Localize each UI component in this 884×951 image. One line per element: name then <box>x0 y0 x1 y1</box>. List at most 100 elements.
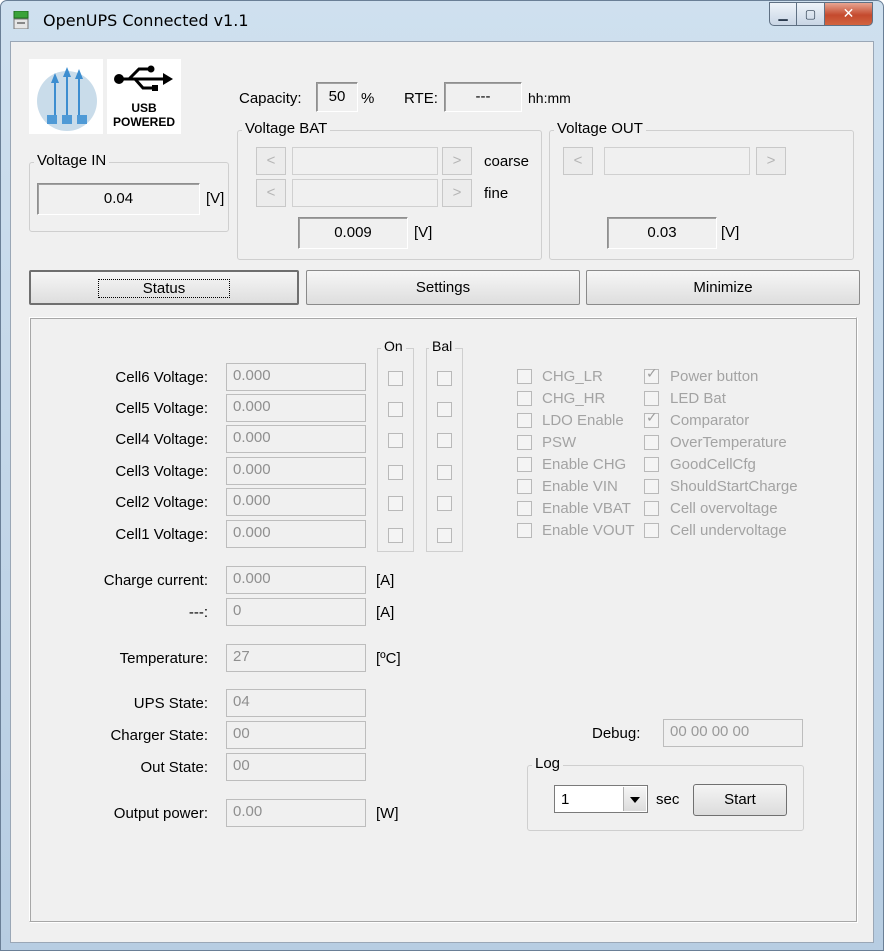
close-window-button[interactable]: ✕ <box>825 2 873 26</box>
title-bar[interactable]: OpenUPS Connected v1.1 ▁ ▢ ✕ <box>1 1 883 41</box>
flag-enable-vin-checkbox[interactable] <box>517 479 532 494</box>
flag-cell-undervoltage-label: Cell undervoltage <box>670 522 787 539</box>
cell2-voltage-field[interactable]: 0.000 <box>226 488 366 516</box>
log-interval-select[interactable]: 1 <box>554 785 648 813</box>
dash-field[interactable]: 0 <box>226 598 366 626</box>
flag-cell-overvoltage-checkbox[interactable] <box>644 501 659 516</box>
cell6-label: Cell6 Voltage: <box>115 369 208 386</box>
cell2-label: Cell2 Voltage: <box>115 494 208 511</box>
flag-enable-vbat-checkbox[interactable] <box>517 501 532 516</box>
cell5-on-checkbox[interactable] <box>388 402 403 417</box>
maximize-window-button[interactable]: ▢ <box>797 2 825 26</box>
debug-field[interactable]: 00 00 00 00 <box>663 719 803 747</box>
flag-chg-hr-checkbox[interactable] <box>517 391 532 406</box>
cell5-voltage-field[interactable]: 0.000 <box>226 394 366 422</box>
cell6-on-checkbox[interactable] <box>388 371 403 386</box>
cell4-label: Cell4 Voltage: <box>115 431 208 448</box>
temperature-label: Temperature: <box>119 650 208 667</box>
voltage-out-value: 0.03 <box>607 217 717 249</box>
flag-goodcellcfg-checkbox[interactable] <box>644 457 659 472</box>
bat-fine-decrease-button[interactable]: < <box>256 179 286 207</box>
tab-status-label: Status <box>97 279 231 298</box>
log-group: Log 1 sec Start <box>527 755 804 831</box>
cell3-on-checkbox[interactable] <box>388 465 403 480</box>
tab-status[interactable]: Status <box>29 270 299 305</box>
capacity-value: 50 <box>316 82 358 112</box>
cell1-on-checkbox[interactable] <box>388 528 403 543</box>
maximize-icon: ▢ <box>804 7 817 21</box>
client-area: USB POWERED Capacity: 50 % RTE: --- hh:m… <box>10 41 874 943</box>
flag-power-button-checkbox[interactable] <box>644 366 659 384</box>
flag-comparator-checkbox[interactable] <box>644 410 659 428</box>
cell1-voltage-field[interactable]: 0.000 <box>226 520 366 548</box>
flag-cell-undervoltage-checkbox[interactable] <box>644 523 659 538</box>
temperature-field[interactable]: 27 <box>226 644 366 672</box>
voltage-in-unit: [V] <box>206 190 225 207</box>
out-slider[interactable] <box>604 147 750 175</box>
output-power-label: Output power: <box>113 805 208 822</box>
cell-on-group: On <box>377 338 414 552</box>
cell6-voltage-field[interactable]: 0.000 <box>226 363 366 391</box>
log-start-button[interactable]: Start <box>693 784 787 816</box>
usb-icon <box>114 65 173 91</box>
flag-comparator-label: Comparator <box>670 412 750 429</box>
dash-label: ---: <box>188 604 208 621</box>
cell5-bal-checkbox[interactable] <box>437 402 452 417</box>
flag-overtemperature-label: OverTemperature <box>670 434 787 451</box>
cell2-bal-checkbox[interactable] <box>437 496 452 511</box>
cell-on-title: On <box>381 338 406 354</box>
flag-ldo-enable-label: LDO Enable <box>542 412 624 429</box>
charger-state-field[interactable]: 00 <box>226 721 366 749</box>
flag-psw-checkbox[interactable] <box>517 435 532 450</box>
debug-label: Debug: <box>592 725 641 742</box>
dropdown-arrow-button[interactable] <box>623 787 646 811</box>
charge-current-unit: [A] <box>376 572 395 589</box>
minimize-window-button[interactable]: ▁ <box>769 2 797 26</box>
flag-ldo-enable-checkbox[interactable] <box>517 413 532 428</box>
cell4-bal-checkbox[interactable] <box>437 433 452 448</box>
output-power-field[interactable]: 0.00 <box>226 799 366 827</box>
bat-coarse-increase-button[interactable]: > <box>442 147 472 175</box>
flag-chg-lr-checkbox[interactable] <box>517 369 532 384</box>
flag-enable-vbat-label: Enable VBAT <box>542 500 631 517</box>
out-state-field[interactable]: 00 <box>226 753 366 781</box>
ups-app-icon <box>13 10 29 30</box>
cell6-bal-checkbox[interactable] <box>437 371 452 386</box>
flag-enable-vout-checkbox[interactable] <box>517 523 532 538</box>
charge-current-label: Charge current: <box>103 572 208 589</box>
bat-coarse-slider[interactable] <box>292 147 438 175</box>
cell4-on-checkbox[interactable] <box>388 433 403 448</box>
minimize-icon: ▁ <box>778 7 788 21</box>
tab-minimize[interactable]: Minimize <box>586 270 860 305</box>
cell3-label: Cell3 Voltage: <box>115 463 208 480</box>
usb-text-line2: POWERED <box>112 115 175 129</box>
log-title: Log <box>532 755 564 772</box>
out-increase-button[interactable]: > <box>756 147 786 175</box>
cell1-bal-checkbox[interactable] <box>437 528 452 543</box>
ups-state-field[interactable]: 04 <box>226 689 366 717</box>
cell2-on-checkbox[interactable] <box>388 496 403 511</box>
temperature-unit: [ºC] <box>376 650 401 667</box>
flag-power-button-label: Power button <box>670 368 759 385</box>
flag-led-bat-checkbox[interactable] <box>644 391 659 406</box>
cell3-bal-checkbox[interactable] <box>437 465 452 480</box>
bat-coarse-decrease-button[interactable]: < <box>256 147 286 175</box>
charge-current-field[interactable]: 0.000 <box>226 566 366 594</box>
flag-enable-chg-checkbox[interactable] <box>517 457 532 472</box>
usb-powered-logo: USB POWERED <box>107 59 181 134</box>
cell3-voltage-field[interactable]: 0.000 <box>226 457 366 485</box>
cell-bal-title: Bal <box>429 338 456 354</box>
rte-label: RTE: <box>404 90 438 107</box>
out-decrease-button[interactable]: < <box>563 147 593 175</box>
flag-enable-vin-label: Enable VIN <box>542 478 618 495</box>
bat-fine-slider[interactable] <box>292 179 438 207</box>
log-interval-unit: sec <box>656 791 680 808</box>
tab-settings[interactable]: Settings <box>306 270 580 305</box>
flag-shouldstartcharge-checkbox[interactable] <box>644 479 659 494</box>
bat-fine-increase-button[interactable]: > <box>442 179 472 207</box>
cell1-label: Cell1 Voltage: <box>115 526 208 543</box>
flag-overtemperature-checkbox[interactable] <box>644 435 659 450</box>
close-icon: ✕ <box>842 6 855 22</box>
cell4-voltage-field[interactable]: 0.000 <box>226 425 366 453</box>
voltage-in-value: 0.04 <box>37 183 200 215</box>
